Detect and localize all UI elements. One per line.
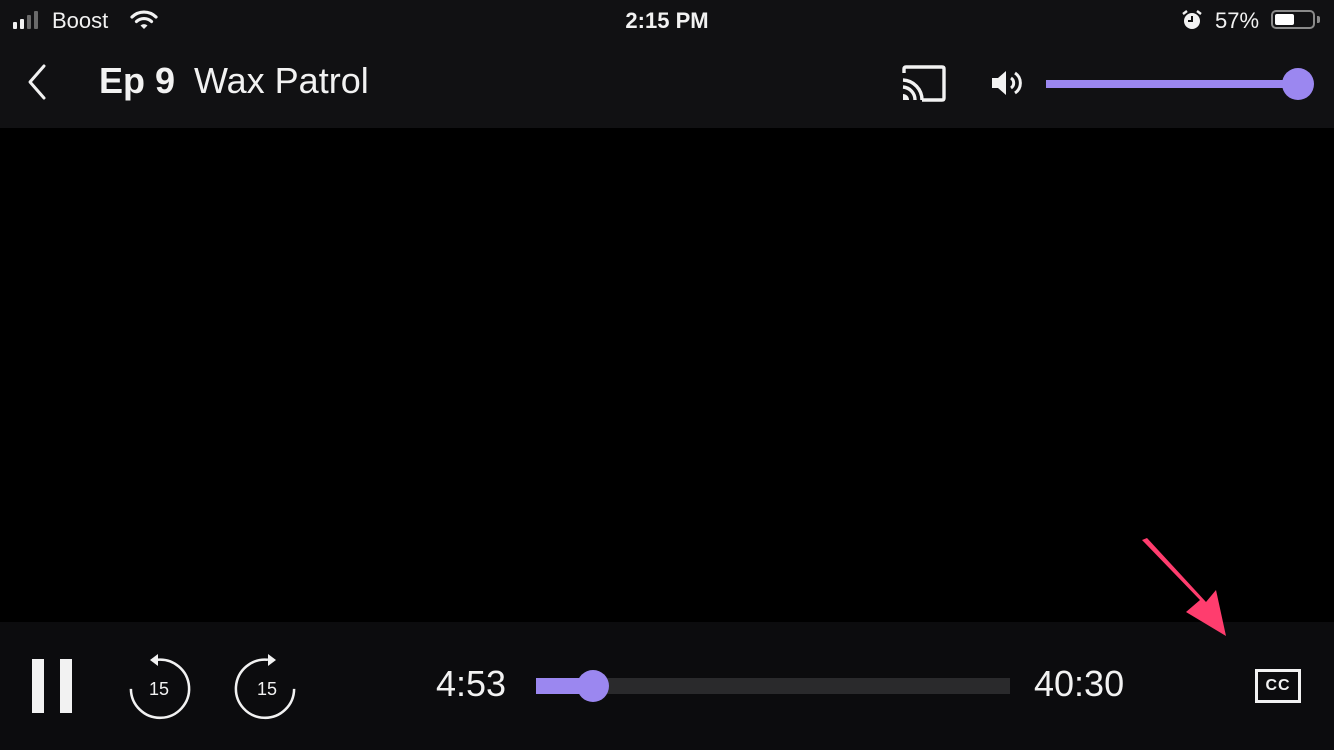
signal-icon: [13, 11, 38, 29]
video-area[interactable]: [0, 128, 1334, 622]
rewind-seconds: 15: [148, 679, 170, 699]
speaker-icon[interactable]: [990, 68, 1024, 98]
total-time: 40:30: [1034, 663, 1125, 704]
chevron-left-icon[interactable]: [24, 62, 54, 102]
wifi-icon: [130, 10, 158, 29]
forward-seconds: 15: [256, 679, 278, 699]
volume-slider[interactable]: [1046, 68, 1314, 100]
battery-icon: [1271, 10, 1315, 29]
cc-button[interactable]: CC: [1255, 669, 1301, 703]
episode-title: Wax Patrol: [194, 60, 369, 101]
battery-percent: 57%: [1215, 8, 1260, 33]
cast-icon[interactable]: [900, 64, 948, 104]
pause-button[interactable]: [32, 659, 72, 713]
episode-number: Ep 9: [99, 60, 176, 101]
status-time: 2:15 PM: [625, 8, 709, 33]
battery-fill: [1275, 14, 1294, 25]
volume-thumb[interactable]: [1282, 68, 1314, 100]
pause-icon: [32, 659, 44, 713]
rewind-15-button[interactable]: 15: [126, 652, 192, 720]
pause-icon: [60, 659, 72, 713]
battery-nub: [1317, 16, 1320, 23]
seek-thumb[interactable]: [576, 670, 609, 702]
current-time: 4:53: [436, 663, 507, 704]
carrier-label: Boost: [52, 8, 109, 33]
status-bar: Boost 2:15 PM 57%: [0, 0, 1334, 42]
volume-fill: [1046, 80, 1298, 88]
alarm-icon: [1182, 10, 1202, 29]
seek-bar[interactable]: [536, 670, 1010, 702]
forward-15-button[interactable]: 15: [234, 652, 300, 720]
